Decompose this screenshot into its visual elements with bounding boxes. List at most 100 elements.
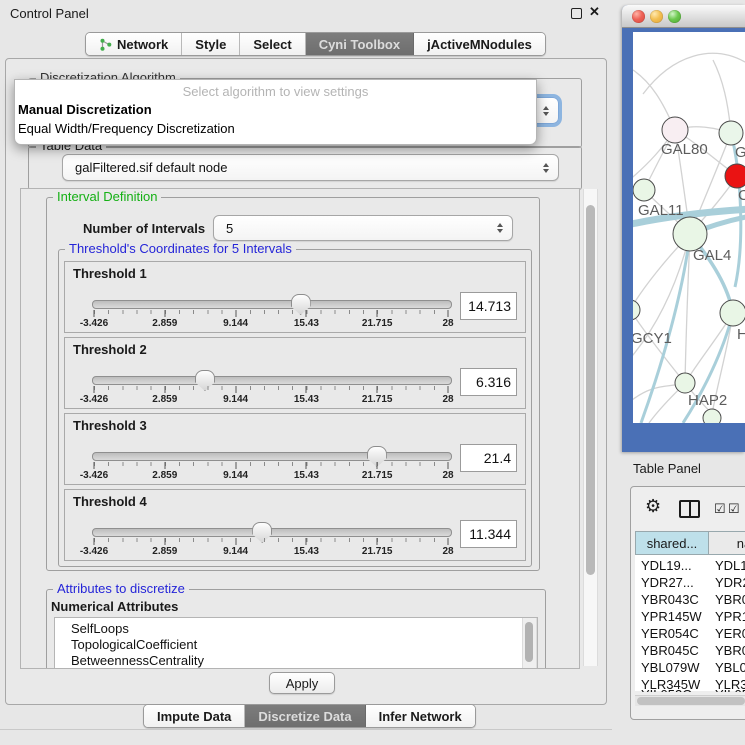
threshold-slider-track[interactable] bbox=[92, 452, 452, 461]
slider-ticks: -3.426 2.859 9.144 15.43 21.715 28 bbox=[94, 386, 448, 406]
table-cell[interactable]: YDL19... bbox=[641, 558, 707, 573]
table-hscrollbar[interactable] bbox=[635, 695, 745, 706]
table-header-name[interactable]: name bbox=[708, 531, 745, 555]
checkbox-icon[interactable]: ☑ bbox=[728, 502, 740, 515]
tab-cyni-toolbox[interactable]: Cyni Toolbox bbox=[306, 33, 414, 55]
table-cell[interactable]: YPR145W bbox=[715, 609, 745, 624]
table-cell[interactable]: YBR043C bbox=[715, 592, 745, 607]
threshold-value-input[interactable] bbox=[460, 520, 517, 548]
threshold-slider-track[interactable] bbox=[92, 528, 452, 537]
zoom-traffic-light-icon[interactable] bbox=[668, 10, 681, 23]
table-hscrollbar-thumb[interactable] bbox=[637, 697, 745, 705]
tab-label: Infer Network bbox=[379, 709, 462, 724]
node-label: C bbox=[738, 187, 745, 204]
threshold-row: Threshold 3 -3.426 2.859 9.144 15.43 21.… bbox=[64, 413, 526, 485]
minimize-traffic-light-icon[interactable] bbox=[650, 10, 663, 23]
table-cell[interactable]: YPR145W bbox=[641, 609, 707, 624]
minor-ticks bbox=[94, 310, 448, 314]
threshold-value-input[interactable] bbox=[460, 368, 517, 396]
checkbox-icon[interactable]: ☑ bbox=[714, 502, 726, 515]
tab-jactivemnodules[interactable]: jActiveMNodules bbox=[414, 33, 545, 55]
threshold-value-input[interactable] bbox=[460, 444, 517, 472]
algorithm-dropdown-popup: Select algorithm to view settings Manual… bbox=[14, 79, 537, 145]
node-gal80[interactable] bbox=[662, 117, 688, 143]
node-label: G. bbox=[735, 144, 745, 161]
list-item[interactable]: SelfLoops bbox=[55, 621, 537, 637]
table-cell[interactable]: YDR27... bbox=[641, 575, 707, 590]
network-window-titlebar[interactable] bbox=[622, 5, 745, 28]
tab-label: Style bbox=[195, 37, 226, 52]
threshold-value-input[interactable] bbox=[460, 292, 517, 320]
list-item[interactable]: BetweennessCentrality bbox=[55, 653, 537, 669]
network-canvas[interactable]: GAL80 G. C GAL11 GAL4 GCY1 H HAP2 bbox=[633, 32, 745, 423]
gear-icon[interactable]: ⚙ bbox=[645, 497, 661, 515]
node-gcy1[interactable] bbox=[633, 300, 640, 320]
table-cell[interactable]: YBL079W bbox=[641, 660, 707, 675]
number-of-intervals-value: 5 bbox=[214, 221, 497, 236]
list-item[interactable]: TopologicalCoefficient bbox=[55, 637, 537, 653]
table-cell[interactable]: YIL052C bbox=[641, 687, 707, 692]
tab-label: Cyni Toolbox bbox=[319, 37, 400, 52]
threshold-label: Threshold 1 bbox=[73, 266, 147, 281]
popup-hint: Select algorithm to view settings bbox=[15, 84, 536, 99]
panel-bottom-divider bbox=[0, 729, 612, 730]
settings-scrollbar-thumb[interactable] bbox=[586, 205, 595, 575]
tab-impute-data[interactable]: Impute Data bbox=[144, 705, 245, 727]
node-gal4[interactable] bbox=[673, 217, 707, 251]
slider-ticks: -3.426 2.859 9.144 15.43 21.715 28 bbox=[94, 310, 448, 330]
apply-button[interactable]: Apply bbox=[269, 672, 335, 694]
tab-network[interactable]: Network bbox=[86, 33, 182, 55]
slider-ticks: -3.426 2.859 9.144 15.43 21.715 28 bbox=[94, 538, 448, 558]
tab-label: Impute Data bbox=[157, 709, 231, 724]
tab-infer-network[interactable]: Infer Network bbox=[366, 705, 475, 727]
node-hap2[interactable] bbox=[675, 373, 695, 393]
table-cell[interactable]: YBR043C bbox=[641, 592, 707, 607]
close-icon[interactable]: ✕ bbox=[589, 4, 600, 20]
threshold-row: Threshold 1 -3.426 2.859 9.144 15.43 21.… bbox=[64, 261, 526, 333]
table-cell[interactable]: YBR045C bbox=[715, 643, 745, 658]
numerical-attributes-list: SelfLoops TopologicalCoefficient Between… bbox=[54, 617, 538, 669]
table-panel-title: Table Panel bbox=[633, 461, 701, 476]
tab-style[interactable]: Style bbox=[182, 33, 240, 55]
attributes-group-title: Attributes to discretize bbox=[53, 582, 189, 595]
popup-option-manual-discretization[interactable]: Manual Discretization bbox=[18, 102, 152, 117]
bottom-tabbar: Impute Data Discretize Data Infer Networ… bbox=[143, 704, 476, 728]
tab-select[interactable]: Select bbox=[240, 33, 305, 55]
toolbox-tabbar: Network Style Select Cyni Toolbox jActiv… bbox=[85, 32, 546, 56]
threshold-label: Threshold 4 bbox=[73, 494, 147, 509]
list-scrollbar-thumb[interactable] bbox=[525, 622, 533, 662]
slider-ticks: -3.426 2.859 9.144 15.43 21.715 28 bbox=[94, 462, 448, 482]
threshold-row: Threshold 4 -3.426 2.859 9.144 15.43 21.… bbox=[64, 489, 526, 561]
popup-option-equal-width-frequency[interactable]: Equal Width/Frequency Discretization bbox=[18, 121, 235, 136]
threshold-slider-track[interactable] bbox=[92, 376, 452, 385]
threshold-row: Threshold 2 -3.426 2.859 9.144 15.43 21.… bbox=[64, 337, 526, 409]
node-bottom[interactable] bbox=[703, 409, 721, 423]
node-top-right[interactable] bbox=[719, 121, 743, 145]
node-gal11[interactable] bbox=[633, 179, 655, 201]
node-h[interactable] bbox=[720, 300, 745, 326]
table-cell[interactable]: YIL052C bbox=[715, 687, 745, 692]
settings-scrollbar[interactable] bbox=[583, 189, 598, 666]
table-cell[interactable]: YBL079W bbox=[715, 660, 745, 675]
node-red[interactable] bbox=[725, 164, 745, 188]
table-header-shared-name[interactable]: shared... bbox=[635, 531, 709, 555]
table-cell[interactable]: YDR27... bbox=[715, 575, 745, 590]
numerical-attributes-label: Numerical Attributes bbox=[51, 599, 178, 614]
table-cell[interactable]: YER054C bbox=[641, 626, 707, 641]
settings-scroll-viewport: Interval Definition Number of Intervals … bbox=[20, 188, 580, 669]
list-scrollbar[interactable] bbox=[522, 618, 537, 669]
column-view-icon[interactable] bbox=[679, 500, 700, 518]
float-icon[interactable] bbox=[571, 8, 582, 19]
threshold-slider-track[interactable] bbox=[92, 300, 452, 309]
table-cell[interactable]: YBR045C bbox=[641, 643, 707, 658]
close-traffic-light-icon[interactable] bbox=[632, 10, 645, 23]
table-cell[interactable]: YDL19... bbox=[715, 558, 745, 573]
minor-ticks bbox=[94, 538, 448, 542]
stepper-icon bbox=[543, 106, 558, 116]
tab-label: jActiveMNodules bbox=[427, 37, 532, 52]
interval-definition-group-title: Interval Definition bbox=[53, 190, 161, 203]
tab-discretize-data[interactable]: Discretize Data bbox=[245, 705, 365, 727]
table-data-combobox[interactable]: galFiltered.sif default node bbox=[62, 154, 559, 181]
number-of-intervals-combobox[interactable]: 5 bbox=[213, 215, 513, 241]
table-cell[interactable]: YER054C bbox=[715, 626, 745, 641]
